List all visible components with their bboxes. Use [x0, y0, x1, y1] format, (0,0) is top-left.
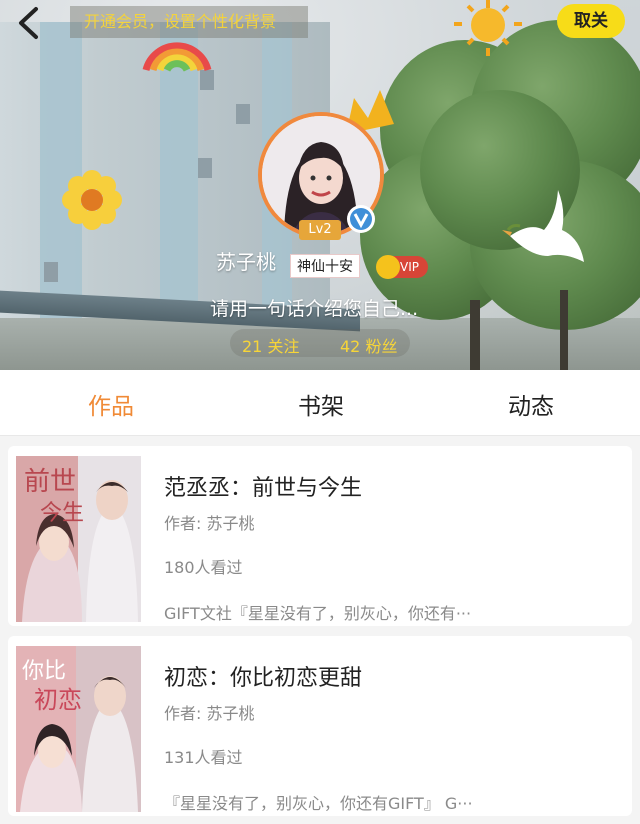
book-views: 180人看过: [164, 558, 243, 577]
svg-text:初恋: 初恋: [34, 686, 82, 714]
book-title: 范丞丞：前世与今生: [164, 476, 363, 501]
profile-tabs: 作品 书架 动态: [0, 370, 640, 436]
tree-trunk: [470, 300, 480, 370]
book-cover[interactable]: 前世 今生: [16, 456, 141, 622]
book-views: 131人看过: [164, 748, 243, 767]
building-window: [44, 262, 58, 282]
building-window: [200, 70, 214, 90]
book-card[interactable]: 前世 今生 范丞丞：前世与今生 作者: 苏子桃 180人看过 GIFT文社『星星…: [8, 446, 632, 626]
dove-icon: [502, 190, 584, 262]
svg-text:你比: 你比: [22, 659, 66, 684]
vip-crown-icon: [376, 255, 400, 279]
followers-count[interactable]: 42 粉丝: [340, 333, 397, 357]
book-card[interactable]: 你比 初恋 初恋：你比初恋更甜 作者: 苏子桃 131人看过 『星星没有了，别灰…: [8, 636, 632, 816]
svg-text:前世: 前世: [24, 467, 76, 497]
book-cover-art: 前世 今生: [16, 456, 141, 622]
vip-background-tip[interactable]: 开通会员，设置个性化背景: [70, 6, 308, 38]
profile-header: 开通会员，设置个性化背景 取关 Lv2 苏子桃 神仙十安 VIP 请用一句话介绍…: [0, 0, 640, 370]
profile-bio[interactable]: 请用一句话介绍您自己...: [210, 294, 418, 321]
sun-icon: [454, 0, 522, 56]
title-tag[interactable]: 神仙十安: [290, 254, 360, 278]
building-window: [198, 158, 212, 178]
tab-works[interactable]: 作品: [88, 387, 134, 421]
vip-label: VIP: [400, 260, 419, 274]
chevron-left-icon[interactable]: [14, 6, 44, 40]
book-title: 初恋：你比初恋更甜: [164, 666, 363, 691]
following-count[interactable]: 21 关注: [242, 333, 299, 357]
verified-icon: [347, 205, 375, 233]
book-description: GIFT文社『星星没有了，别灰心，你还有···: [164, 604, 472, 623]
unfollow-button[interactable]: 取关: [557, 4, 625, 38]
building-window: [236, 104, 250, 124]
username: 苏子桃: [216, 250, 276, 274]
tab-bookshelf[interactable]: 书架: [298, 387, 344, 421]
flower-icon: [62, 170, 122, 230]
tree-trunk: [560, 290, 568, 370]
book-description: 『星星没有了，别灰心，你还有GIFT』 G···: [164, 794, 473, 813]
tab-activity[interactable]: 动态: [508, 387, 554, 421]
level-badge: Lv2: [299, 220, 341, 240]
book-cover-art: 你比 初恋: [16, 646, 141, 812]
book-author: 作者: 苏子桃: [164, 514, 255, 533]
svg-text:今生: 今生: [40, 501, 84, 526]
book-author: 作者: 苏子桃: [164, 704, 255, 723]
book-cover[interactable]: 你比 初恋: [16, 646, 141, 812]
